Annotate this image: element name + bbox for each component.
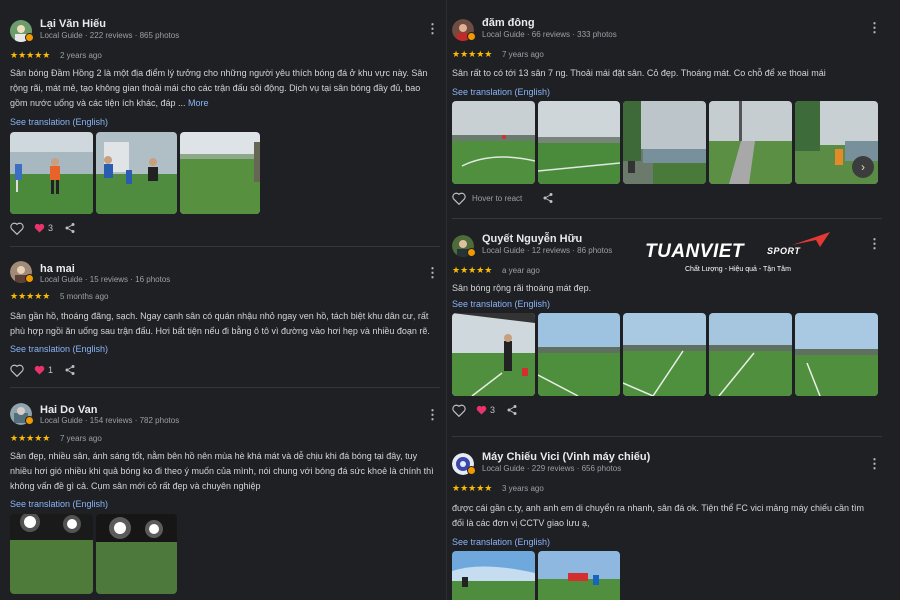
review-time: 2 years ago — [60, 51, 102, 60]
hover-to-react-label: Hover to react — [472, 194, 523, 203]
reviews-column-left: Lại Văn Hiếu Local Guide · 222 reviews ·… — [10, 0, 440, 600]
reviewer-name[interactable]: Lại Văn Hiếu — [40, 18, 106, 30]
review-text-body: Sân bóng Đầm Hồng 2 là một địa điểm lý t… — [10, 68, 428, 108]
local-guide-badge-icon — [25, 33, 34, 42]
review-card: Hai Do Van Local Guide · 154 reviews · 7… — [10, 401, 440, 594]
like-icon[interactable] — [10, 364, 24, 380]
review-photo[interactable] — [96, 514, 177, 594]
star-rating: ★★★★★ — [452, 483, 493, 493]
review-photo[interactable] — [538, 101, 620, 184]
review-photo[interactable] — [795, 313, 878, 396]
review-card: Máy Chiếu Vici (Vinh máy chiếu) Local Gu… — [452, 451, 882, 600]
review-photo[interactable] — [709, 313, 792, 396]
reaction-count: 3 — [490, 405, 496, 415]
reviewer-name[interactable]: Quyết Nguyễn Hữu — [482, 233, 582, 245]
more-options-icon[interactable]: ⋮ — [868, 19, 881, 37]
local-guide-badge-icon — [467, 32, 476, 41]
more-options-icon[interactable]: ⋮ — [426, 20, 439, 38]
review-photo[interactable] — [623, 313, 706, 396]
like-icon[interactable] — [452, 404, 466, 420]
review-time: a year ago — [502, 266, 540, 275]
star-rating: ★★★★★ — [10, 291, 51, 301]
divider — [452, 436, 882, 437]
reviewer-meta: Local Guide · 154 reviews · 782 photos — [40, 416, 180, 425]
review-time: 5 months ago — [60, 292, 109, 301]
divider — [10, 246, 440, 247]
review-photo[interactable] — [10, 514, 93, 594]
heart-reaction-icon — [476, 405, 487, 418]
review-photo[interactable] — [452, 101, 535, 184]
review-text: Sân đẹp, nhiều sân, ánh sáng tốt, nằm bê… — [10, 451, 434, 491]
review-text: Sân rất to có tới 13 sân 7 ng. Thoải mái… — [452, 68, 826, 78]
see-translation-link[interactable]: See translation (English) — [452, 87, 882, 99]
review-photo[interactable] — [623, 101, 706, 184]
review-photo[interactable] — [180, 132, 260, 214]
reviewer-name[interactable]: Hai Do Van — [40, 404, 97, 416]
share-icon[interactable] — [64, 364, 76, 379]
logo-tagline: Chất Lượng - Hiệu quả - Tận Tâm — [685, 266, 791, 273]
review-photo[interactable] — [538, 551, 620, 600]
star-rating: ★★★★★ — [10, 50, 51, 60]
review-text: được cái gần c.ty, anh anh em di chuyển … — [452, 503, 864, 528]
column-divider — [446, 0, 447, 600]
review-card: ha mai Local Guide · 15 reviews · 16 pho… — [10, 259, 440, 384]
divider — [10, 387, 440, 388]
reviews-column-right: đăm đông Local Guide · 66 reviews · 333 … — [452, 0, 882, 600]
review-photo[interactable] — [452, 551, 535, 600]
local-guide-badge-icon — [25, 274, 34, 283]
reviewer-meta: Local Guide · 66 reviews · 333 photos — [482, 30, 617, 39]
more-options-icon[interactable]: ⋮ — [426, 264, 439, 282]
see-translation-link[interactable]: See translation (English) — [10, 344, 440, 356]
divider — [452, 218, 882, 219]
review-card: đăm đông Local Guide · 66 reviews · 333 … — [452, 17, 882, 212]
share-icon[interactable] — [64, 222, 76, 237]
tuanviet-sport-logo: TUANVIET SPORT Chất Lượng - Hiệu quả - T… — [645, 231, 835, 281]
reviewer-meta: Local Guide · 222 reviews · 865 photos — [40, 31, 180, 40]
review-time: 3 years ago — [502, 484, 544, 493]
heart-reaction-icon — [34, 223, 45, 236]
reviewer-name[interactable]: Máy Chiếu Vici (Vinh máy chiếu) — [482, 451, 650, 463]
review-time: 7 years ago — [502, 50, 544, 59]
review-photo[interactable] — [709, 101, 792, 184]
reaction-count: 1 — [48, 365, 54, 375]
like-icon[interactable] — [10, 222, 24, 238]
see-translation-link[interactable]: See translation (English) — [10, 499, 440, 511]
star-rating: ★★★★★ — [452, 49, 493, 59]
more-link[interactable]: More — [188, 98, 209, 108]
chevron-right-icon[interactable]: › — [852, 156, 874, 178]
reviewer-meta: Local Guide · 229 reviews · 656 photos — [482, 464, 622, 473]
local-guide-badge-icon — [467, 248, 476, 257]
star-rating: ★★★★★ — [10, 433, 51, 443]
more-options-icon[interactable]: ⋮ — [868, 455, 881, 473]
see-translation-link[interactable]: See translation (English) — [10, 117, 440, 129]
review-time: 7 years ago — [60, 434, 102, 443]
local-guide-badge-icon — [467, 466, 476, 475]
reviewer-name[interactable]: ha mai — [40, 263, 75, 275]
review-text: Sân gần hồ, thoáng đãng, sạch. Ngay cạnh… — [10, 311, 430, 336]
more-options-icon[interactable]: ⋮ — [868, 235, 881, 253]
heart-reaction-icon — [34, 365, 45, 378]
see-translation-link[interactable]: See translation (English) — [452, 299, 882, 311]
reaction-count: 3 — [48, 223, 54, 233]
local-guide-badge-icon — [25, 416, 34, 425]
review-photo[interactable] — [96, 132, 177, 214]
reviewer-name[interactable]: đăm đông — [482, 17, 535, 29]
review-text: Sân bóng Đầm Hồng 2 là một địa điểm lý t… — [10, 66, 435, 111]
review-card: Lại Văn Hiếu Local Guide · 222 reviews ·… — [10, 18, 440, 242]
reviewer-meta: Local Guide · 15 reviews · 16 photos — [40, 275, 171, 284]
review-photo[interactable] — [10, 132, 93, 214]
star-rating: ★★★★★ — [452, 265, 493, 275]
review-text: Sân bóng rộng rãi thoáng mát đẹp. — [452, 283, 592, 293]
logo-main-text: TUANVIET — [645, 241, 744, 262]
logo-sport-text: SPORT — [767, 246, 801, 256]
share-icon[interactable] — [542, 192, 554, 207]
reviewer-meta: Local Guide · 12 reviews · 86 photos — [482, 246, 613, 255]
see-translation-link[interactable]: See translation (English) — [452, 537, 882, 549]
share-icon[interactable] — [506, 404, 518, 419]
more-options-icon[interactable]: ⋮ — [426, 406, 439, 424]
review-photo[interactable] — [538, 313, 620, 396]
review-photo[interactable] — [452, 313, 535, 396]
like-icon[interactable] — [452, 192, 466, 208]
